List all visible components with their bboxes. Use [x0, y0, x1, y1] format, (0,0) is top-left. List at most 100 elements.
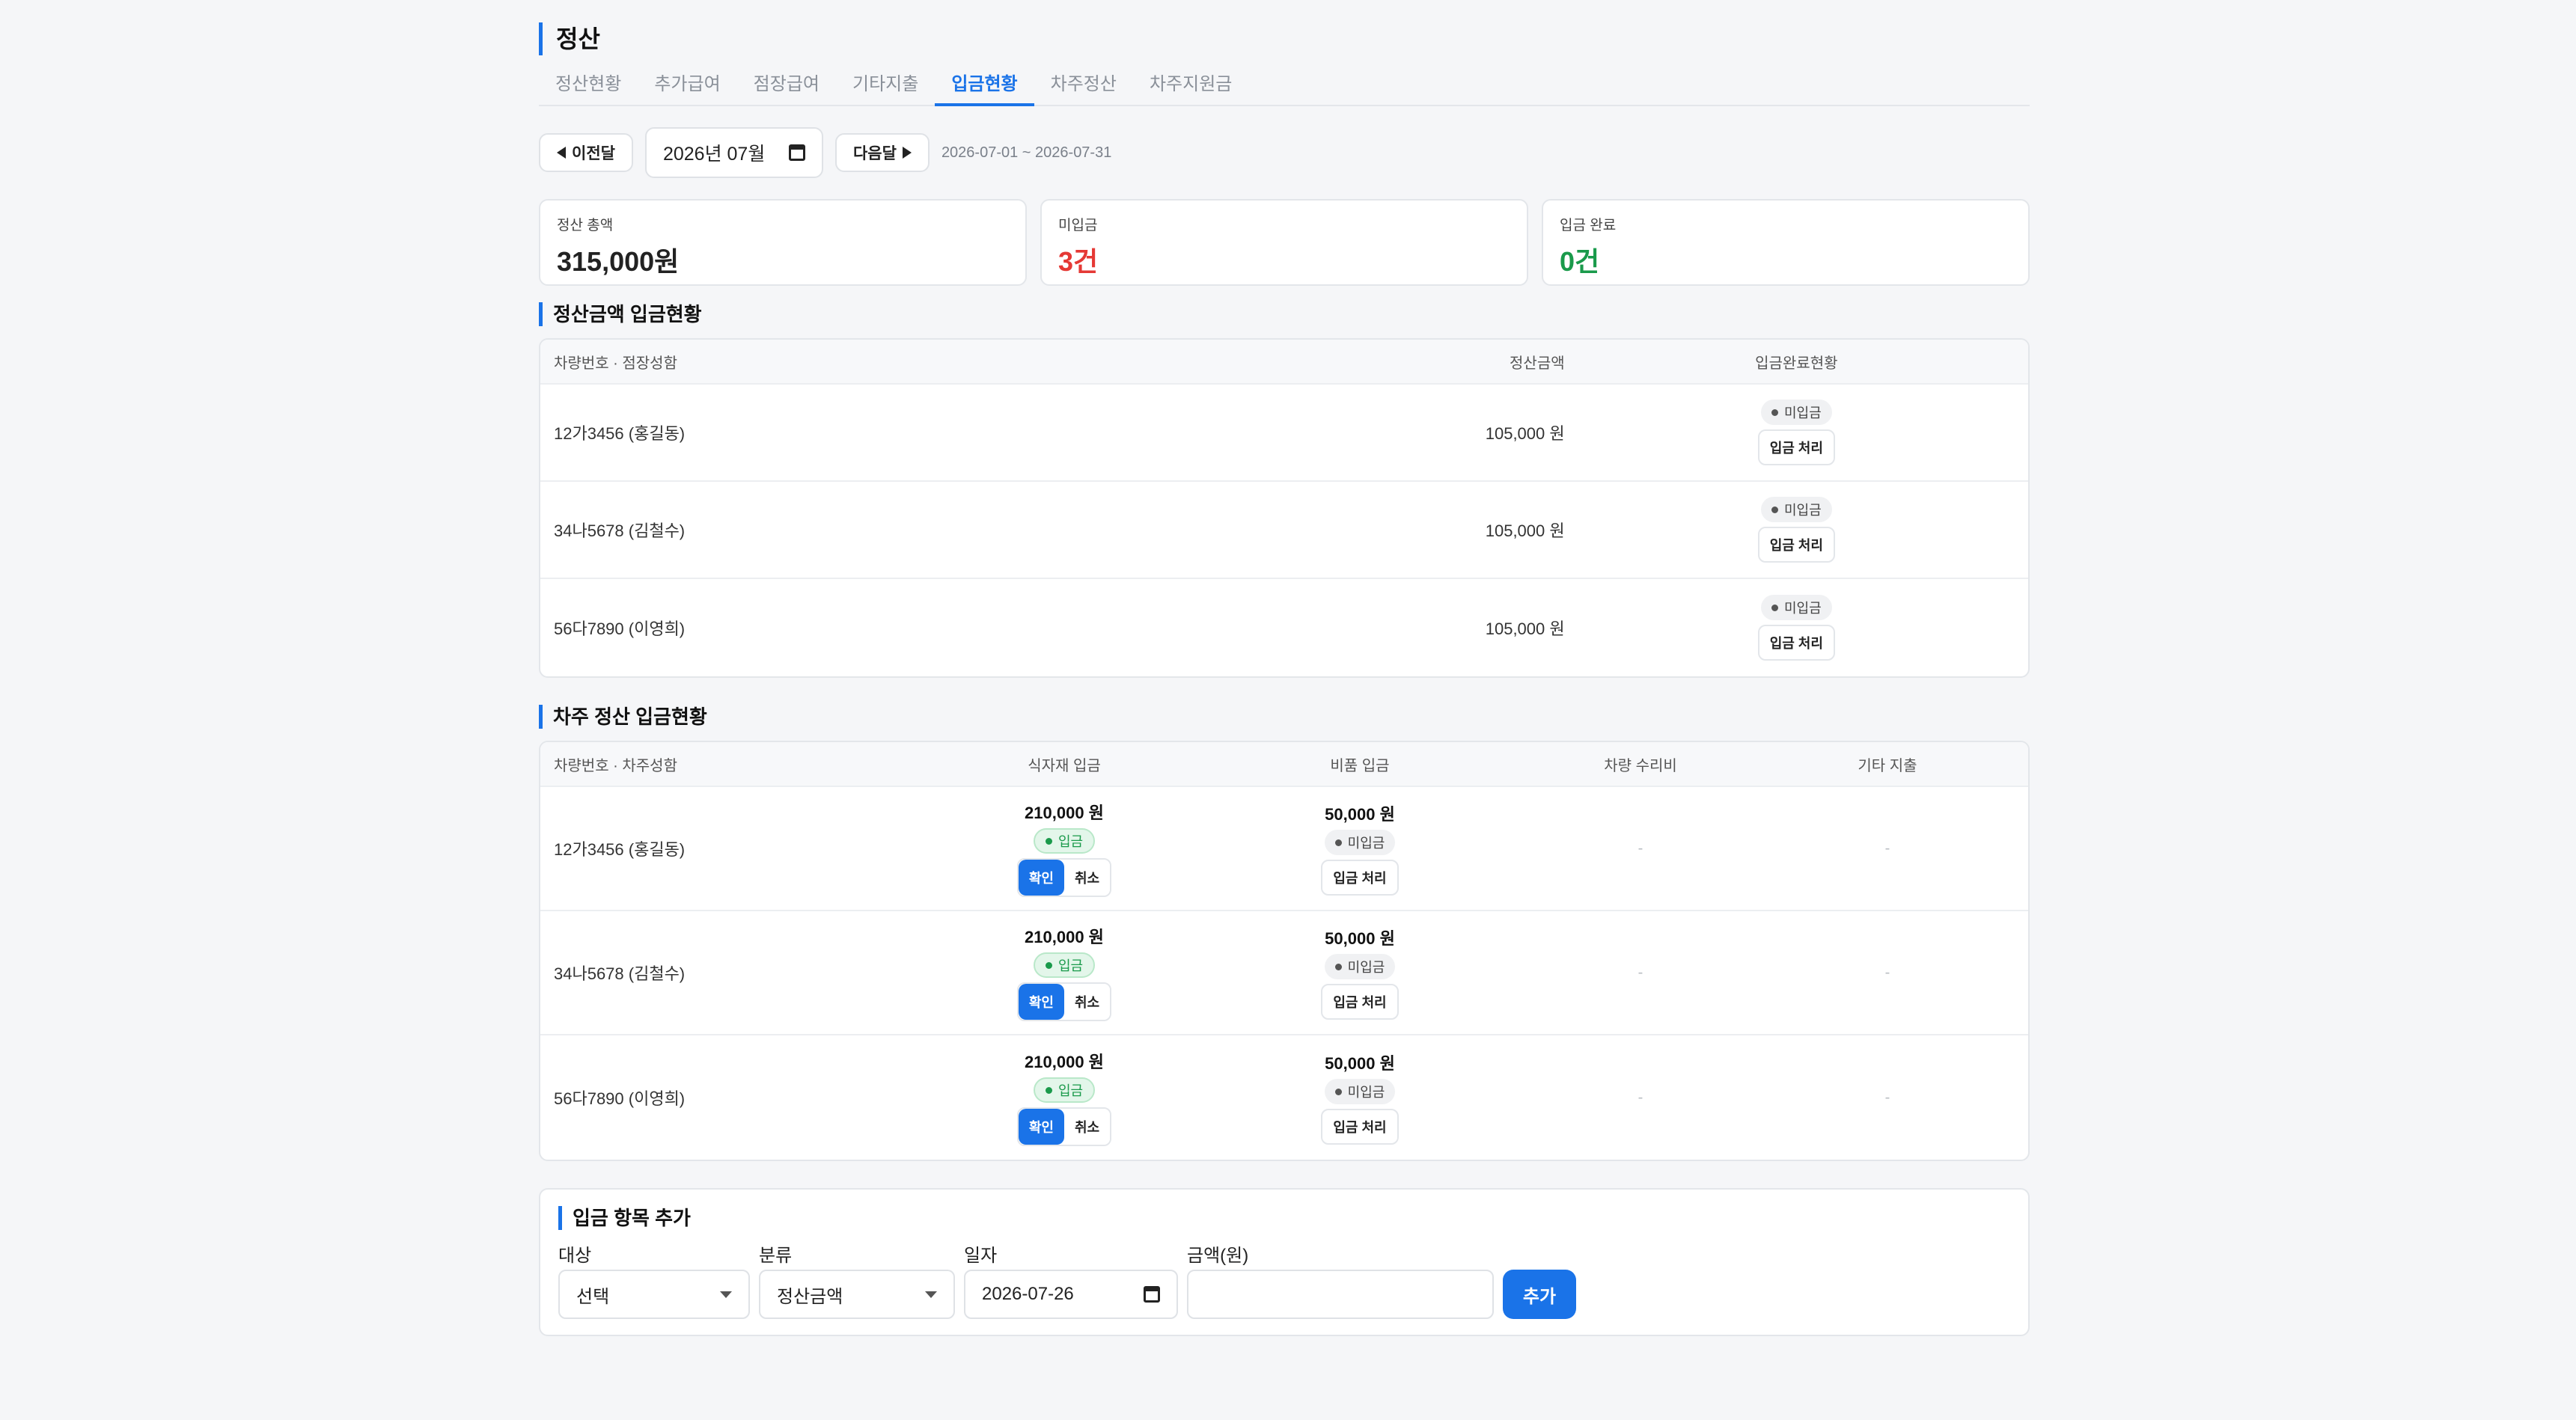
month-picker[interactable]: 2026년 07월 — [644, 127, 823, 178]
confirm-cancel-group: 확인 취소 — [1016, 1107, 1112, 1146]
status-text: 미입금 — [1347, 960, 1385, 975]
add-form-title: 입금 항목 추가 — [558, 1206, 2010, 1230]
supplies-cell: 50,000 원 미입금 입금 처리 — [1214, 925, 1506, 1020]
dot-icon — [1334, 839, 1342, 846]
target-label: 대상 — [558, 1246, 592, 1266]
dot-icon — [1334, 963, 1342, 970]
repair-cell: - — [1638, 964, 1643, 981]
table-row: 12가3456 (홍길동) 105,000 원 미입금 입금 처리 — [540, 385, 2028, 482]
calendar-icon[interactable] — [788, 144, 805, 161]
status-badge: 미입금 — [1760, 400, 1832, 425]
food-amount: 210,000 원 — [1025, 804, 1104, 822]
status-text: 입금 — [1057, 958, 1084, 973]
status-text: 미입금 — [1783, 601, 1822, 616]
vehicle-cell: 12가3456 (홍길동) — [554, 840, 686, 859]
col-vehicle-manager: 차량번호 · 점장성함 — [554, 355, 677, 372]
tab-bar: 정산현황 추가급여 점장급여 기타지출 입금현황 차주정산 차주지원금 — [539, 69, 2030, 106]
col-other-expense: 기타 지출 — [1858, 757, 1917, 774]
deposit-process-button[interactable]: 입금 처리 — [1757, 625, 1835, 661]
table-row: 12가3456 (홍길동) 210,000 원 입금 확인 취소 50,000 … — [540, 787, 2028, 911]
supplies-amount: 50,000 원 — [1325, 929, 1395, 948]
add-deposit-form: 입금 항목 추가 대상 선택 분류 정산금액 일자 2026-07-26 금액(… — [539, 1188, 2030, 1336]
target-field: 대상 선택 — [558, 1240, 750, 1319]
owner-table-header: 차량번호 · 차주성함 식자재 입금 비품 입금 차량 수리비 기타 지출 — [540, 742, 2028, 787]
settlement-table-header: 차량번호 · 점장성함 정산금액 입금완료현황 — [540, 340, 2028, 385]
amount-cell: 105,000 원 — [1485, 521, 1565, 540]
supplies-cell: 50,000 원 미입금 입금 처리 — [1214, 1050, 1506, 1145]
status-text: 미입금 — [1783, 406, 1822, 420]
next-month-button[interactable]: 다음달 — [834, 133, 930, 172]
tab-manager-pay[interactable]: 점장급여 — [737, 69, 836, 106]
food-cell: 210,000 원 입금 확인 취소 — [915, 800, 1214, 897]
cancel-button[interactable]: 취소 — [1064, 984, 1111, 1020]
add-button[interactable]: 추가 — [1503, 1270, 1576, 1319]
owner-section-title: 차주 정산 입금현황 — [539, 705, 2030, 729]
unpaid-label: 미입금 — [1058, 218, 1098, 233]
deposit-process-button[interactable]: 입금 처리 — [1757, 527, 1835, 563]
target-select[interactable]: 선택 — [558, 1270, 750, 1319]
status-badge: 미입금 — [1324, 830, 1396, 855]
other-cell: - — [1884, 1089, 1890, 1106]
amount-input[interactable] — [1187, 1270, 1494, 1319]
month-value: 2026년 07월 — [662, 144, 766, 165]
prev-month-button[interactable]: 이전달 — [539, 133, 633, 172]
col-deposit-status: 입금완료현황 — [1755, 355, 1838, 372]
deposit-process-button[interactable]: 입금 처리 — [1321, 860, 1399, 896]
cancel-button[interactable]: 취소 — [1064, 1109, 1111, 1145]
col-supplies-deposit: 비품 입금 — [1330, 757, 1390, 774]
caret-down-icon — [925, 1291, 937, 1298]
food-amount: 210,000 원 — [1025, 928, 1104, 946]
status-badge: 입금 — [1033, 1077, 1096, 1103]
date-field: 일자 2026-07-26 — [964, 1240, 1178, 1319]
tab-settlement-status[interactable]: 정산현황 — [539, 69, 638, 106]
tab-extra-pay[interactable]: 추가급여 — [638, 69, 736, 106]
food-cell: 210,000 원 입금 확인 취소 — [915, 924, 1214, 1021]
dot-icon — [1771, 408, 1778, 416]
vehicle-cell: 12가3456 (홍길동) — [554, 424, 686, 443]
confirm-button[interactable]: 확인 — [1018, 860, 1064, 896]
confirm-button[interactable]: 확인 — [1018, 1109, 1064, 1145]
confirm-button[interactable]: 확인 — [1018, 984, 1064, 1020]
col-vehicle-owner: 차량번호 · 차주성함 — [554, 757, 677, 774]
triangle-right-icon — [902, 147, 912, 159]
tab-owner-subsidy[interactable]: 차주지원금 — [1133, 69, 1248, 106]
status-text: 미입금 — [1347, 1085, 1385, 1100]
next-month-label: 다음달 — [852, 145, 897, 162]
col-repair-cost: 차량 수리비 — [1604, 757, 1677, 774]
tab-owner-settlement[interactable]: 차주정산 — [1034, 69, 1133, 106]
repair-cell: - — [1638, 839, 1643, 857]
paid-card: 입금 완료 0건 — [1542, 199, 2030, 286]
total-label: 정산 총액 — [557, 218, 614, 233]
target-value: 선택 — [576, 1286, 610, 1307]
deposit-process-button[interactable]: 입금 처리 — [1321, 1109, 1399, 1145]
amount-cell: 105,000 원 — [1485, 424, 1565, 443]
deposit-process-button[interactable]: 입금 처리 — [1321, 984, 1399, 1020]
status-text: 입금 — [1057, 834, 1084, 849]
paid-value: 0건 — [1560, 246, 1600, 277]
deposit-process-button[interactable]: 입금 처리 — [1757, 429, 1835, 465]
settlement-table: 차량번호 · 점장성함 정산금액 입금완료현황 12가3456 (홍길동) 10… — [539, 338, 2030, 678]
vehicle-cell: 34나5678 (김철수) — [554, 964, 686, 983]
table-row: 34나5678 (김철수) 210,000 원 입금 확인 취소 50,000 … — [540, 911, 2028, 1035]
category-select[interactable]: 정산금액 — [759, 1270, 955, 1319]
unpaid-value: 3건 — [1058, 246, 1099, 277]
settlement-page: 정산 정산현황 추가급여 점장급여 기타지출 입금현황 차주정산 차주지원금 이… — [539, 22, 2030, 1336]
food-cell: 210,000 원 입금 확인 취소 — [915, 1049, 1214, 1146]
vehicle-cell: 56다7890 (이영희) — [554, 619, 686, 638]
date-input[interactable]: 2026-07-26 — [964, 1270, 1178, 1319]
total-value: 315,000원 — [557, 246, 680, 277]
status-badge: 입금 — [1033, 952, 1096, 978]
calendar-icon[interactable] — [1144, 1286, 1160, 1303]
status-text: 미입금 — [1783, 503, 1822, 518]
triangle-left-icon — [557, 147, 566, 159]
total-card: 정산 총액 315,000원 — [539, 199, 1027, 286]
status-cell: 미입금 입금 처리 — [1565, 497, 2028, 563]
period-selector: 이전달 2026년 07월 다음달 2026-07-01 ~ 2026-07-3… — [539, 127, 2030, 178]
supplies-amount: 50,000 원 — [1325, 805, 1395, 824]
tab-other-expense[interactable]: 기타지출 — [836, 69, 935, 106]
cancel-button[interactable]: 취소 — [1064, 860, 1111, 896]
prev-month-label: 이전달 — [572, 145, 615, 162]
dot-icon — [1045, 961, 1052, 969]
category-field: 분류 정산금액 — [759, 1240, 955, 1319]
tab-deposit-status[interactable]: 입금현황 — [935, 69, 1034, 106]
